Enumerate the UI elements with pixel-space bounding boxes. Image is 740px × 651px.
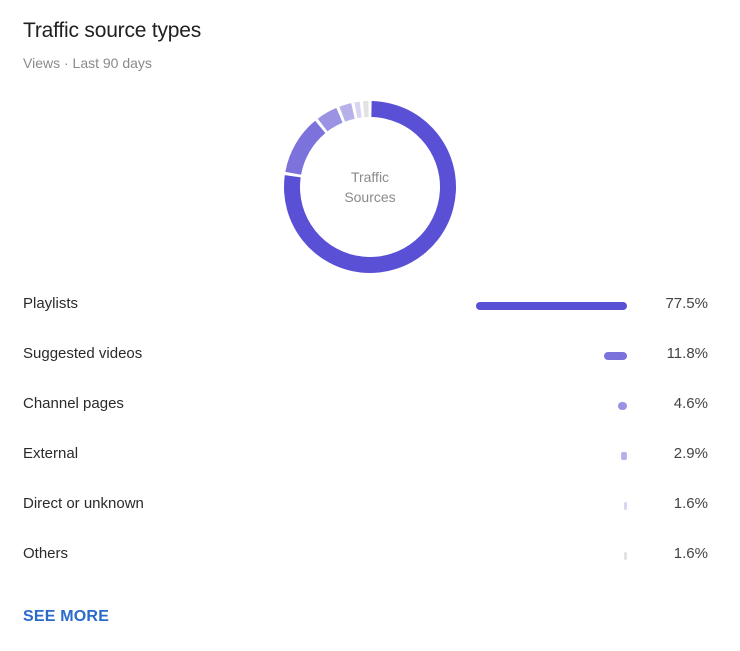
donut-center-label-line2: Sources	[344, 189, 395, 205]
donut-center-label-line1: Traffic	[351, 169, 389, 185]
source-percent: 1.6%	[673, 545, 708, 562]
source-percent: 4.6%	[673, 395, 708, 412]
source-bar	[476, 302, 627, 310]
donut-segment-external[interactable]	[339, 103, 355, 122]
source-bar	[618, 402, 627, 410]
source-bar	[623, 552, 627, 560]
source-label: Suggested videos	[23, 345, 143, 362]
table-row[interactable]: Others 1.6%	[0, 539, 740, 569]
table-row[interactable]: Channel pages 4.6%	[0, 389, 740, 419]
traffic-donut-chart: Traffic Sources	[284, 101, 456, 274]
donut-segment-suggested-videos[interactable]	[285, 120, 326, 175]
source-percent: 1.6%	[673, 495, 708, 512]
table-row[interactable]: Direct or unknown 1.6%	[0, 489, 740, 519]
table-row[interactable]: Playlists 77.5%	[0, 289, 740, 319]
donut-segment-direct-or-unknown[interactable]	[354, 101, 362, 119]
source-label: External	[23, 445, 79, 462]
source-percent: 77.5%	[665, 295, 708, 312]
source-bar	[623, 502, 627, 510]
source-bar	[621, 452, 627, 460]
card-title: Traffic source types	[23, 19, 202, 42]
source-label: Direct or unknown	[23, 495, 144, 512]
donut-segment-others[interactable]	[363, 101, 369, 118]
source-percent: 11.8%	[666, 345, 708, 362]
source-label: Channel pages	[23, 395, 124, 412]
source-label: Playlists	[23, 295, 79, 312]
donut-segment-channel-pages[interactable]	[317, 107, 343, 132]
source-bar	[604, 352, 627, 360]
see-more-link[interactable]: SEE MORE	[23, 608, 109, 626]
table-row[interactable]: External 2.9%	[0, 439, 740, 469]
card-subtitle: Views · Last 90 days	[23, 55, 152, 71]
table-row[interactable]: Suggested videos 11.8%	[0, 339, 740, 369]
source-percent: 2.9%	[673, 445, 708, 462]
source-label: Others	[23, 545, 69, 562]
